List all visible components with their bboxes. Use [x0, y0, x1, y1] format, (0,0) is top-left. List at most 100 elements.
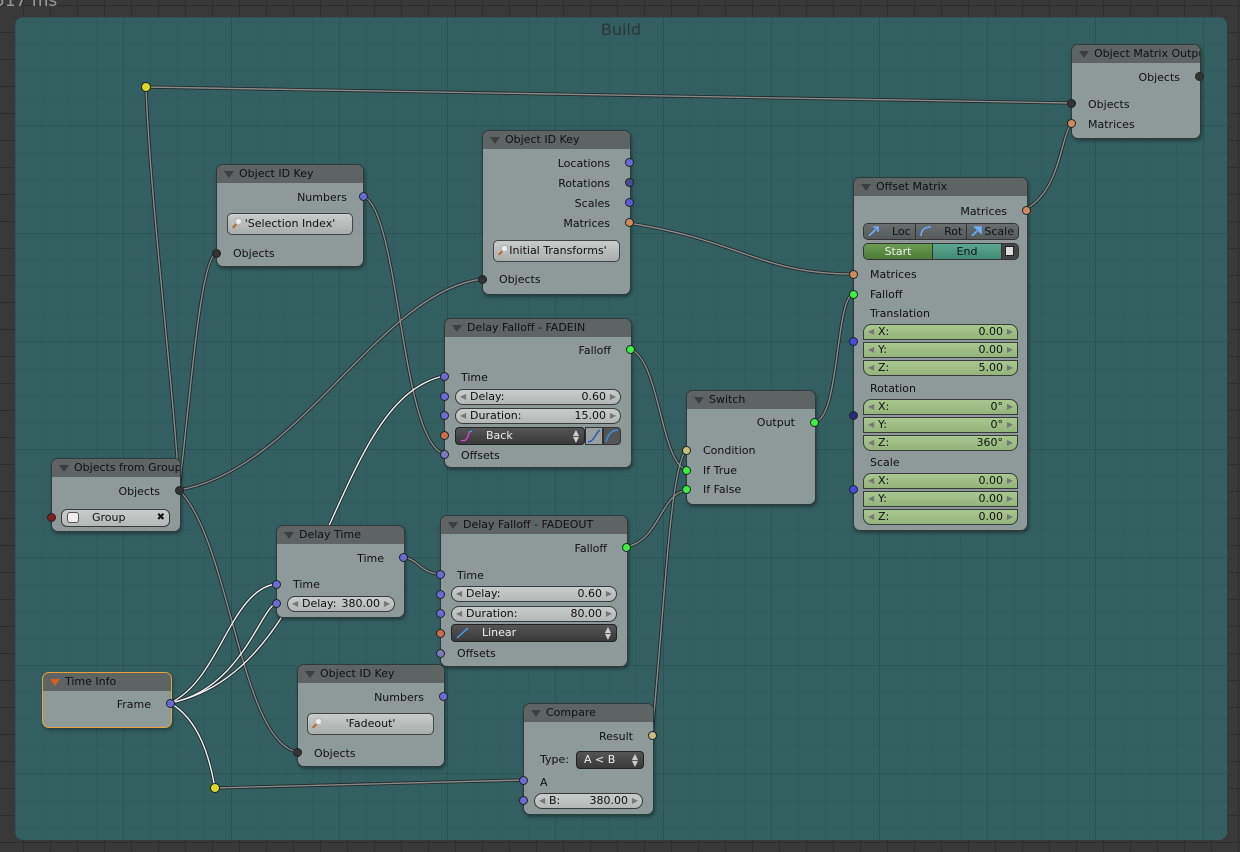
socket-input-matrices[interactable]: [1067, 119, 1076, 128]
socket-input-group[interactable]: [47, 513, 56, 522]
node-object-id-key-initial[interactable]: Object ID Key Locations Rotations Scales…: [478, 130, 634, 295]
key-search-field[interactable]: 'Fadeout': [307, 713, 434, 735]
clear-x-icon[interactable]: ✖: [157, 510, 165, 526]
decrement-arrow-icon[interactable]: ◀: [460, 390, 466, 404]
collapse-triangle-icon[interactable]: [59, 465, 69, 472]
socket-input-duration[interactable]: [440, 411, 449, 420]
collapse-triangle-icon[interactable]: [448, 522, 458, 529]
socket-input-delay[interactable]: [272, 599, 281, 608]
scale-z-field[interactable]: ◀ Z: 0.00 ▶: [863, 509, 1018, 525]
socket-input-interpolation[interactable]: [436, 629, 445, 638]
socket-input-if-false[interactable]: [682, 485, 691, 494]
duration-field[interactable]: ◀ Duration: 15.00 ▶: [455, 408, 621, 424]
node-header[interactable]: Objects from Group: [52, 459, 180, 477]
socket-input-if-true[interactable]: [682, 466, 691, 475]
list-menu-button[interactable]: [1002, 244, 1018, 259]
reroute-node-objects[interactable]: [141, 82, 151, 92]
collapse-triangle-icon[interactable]: [1079, 51, 1089, 58]
socket-input-objects[interactable]: [212, 249, 221, 258]
group-selector[interactable]: Group ✖: [61, 509, 170, 527]
interpolation-dropdown[interactable]: Back ▲ ▼: [455, 427, 585, 445]
node-header[interactable]: Time Info: [43, 673, 171, 691]
ease-in-button[interactable]: [585, 427, 603, 445]
reroute-node-frame[interactable]: [210, 783, 220, 793]
node-delay-falloff-fadeout[interactable]: Delay Falloff - FADEOUT Falloff Time ◀ De…: [436, 515, 631, 667]
socket-output-frame[interactable]: [166, 699, 175, 708]
socket-input-translation[interactable]: [849, 337, 858, 346]
socket-output-numbers[interactable]: [439, 692, 448, 701]
node-header[interactable]: Delay Time: [277, 526, 404, 544]
rotation-y-field[interactable]: ◀ Y: 0° ▶: [863, 417, 1018, 433]
compare-type-dropdown[interactable]: A < B ▲ ▼: [576, 751, 644, 769]
end-button[interactable]: End: [933, 244, 1002, 259]
translation-y-field[interactable]: ◀ Y: 0.00 ▶: [863, 342, 1018, 358]
node-object-id-key-fadeout[interactable]: Object ID Key Numbers 'Fadeout' Objects: [293, 664, 448, 767]
rotation-x-field[interactable]: ◀ X: 0° ▶: [863, 399, 1018, 415]
node-offset-matrix[interactable]: Offset Matrix Matrices Loc Rot Scale Sta…: [849, 177, 1031, 531]
delay-field[interactable]: ◀ Delay: 0.60 ▶: [455, 389, 621, 405]
decrement-arrow-icon[interactable]: ◀: [460, 409, 466, 423]
socket-input-offsets[interactable]: [436, 649, 445, 658]
socket-input-b[interactable]: [519, 796, 528, 805]
socket-input-a[interactable]: [519, 776, 528, 785]
node-objects-from-group[interactable]: Objects from Group Objects Group ✖: [47, 458, 184, 532]
collapse-triangle-icon[interactable]: [861, 184, 871, 191]
b-field[interactable]: ◀ B: 380.00 ▶: [534, 793, 643, 809]
node-header[interactable]: Switch: [687, 391, 815, 409]
socket-input-delay[interactable]: [440, 392, 449, 401]
socket-output-rotations[interactable]: [625, 178, 634, 187]
ease-out-button[interactable]: [603, 427, 621, 445]
socket-output-falloff[interactable]: [626, 345, 635, 354]
collapse-triangle-icon[interactable]: [50, 679, 60, 686]
node-header[interactable]: Delay Falloff - FADEIN: [445, 319, 631, 337]
socket-output-locations[interactable]: [625, 158, 634, 167]
collapse-triangle-icon[interactable]: [452, 325, 462, 332]
collapse-triangle-icon[interactable]: [531, 710, 541, 717]
delay-field[interactable]: ◀ Delay: 0.60 ▶: [451, 586, 617, 602]
loc-toggle[interactable]: Loc: [864, 224, 916, 239]
node-header[interactable]: Delay Falloff - FADEOUT: [441, 516, 627, 534]
key-search-field[interactable]: 'Selection Index': [227, 213, 353, 235]
socket-output-numbers[interactable]: [359, 192, 368, 201]
collapse-triangle-icon[interactable]: [284, 532, 294, 539]
node-header[interactable]: Compare: [524, 704, 653, 722]
socket-output-matrices[interactable]: [625, 218, 634, 227]
socket-output-time[interactable]: [399, 553, 408, 562]
socket-output-falloff[interactable]: [622, 543, 631, 552]
socket-input-interpolation[interactable]: [440, 431, 449, 440]
socket-input-objects[interactable]: [293, 748, 302, 757]
interpolation-dropdown[interactable]: Linear ▲ ▼: [451, 624, 617, 642]
socket-input-scale[interactable]: [849, 485, 858, 494]
node-header[interactable]: Object Matrix Outpu: [1072, 45, 1200, 63]
socket-output-objects[interactable]: [1195, 72, 1204, 81]
increment-arrow-icon[interactable]: ▶: [610, 390, 616, 404]
delay-field[interactable]: ◀ Delay: 380.00 ▶: [287, 596, 395, 612]
node-object-id-key-selection[interactable]: Object ID Key Numbers 'Selection Index' …: [212, 164, 368, 267]
socket-output[interactable]: [810, 418, 819, 427]
socket-input-matrices[interactable]: [849, 270, 858, 279]
socket-input-objects[interactable]: [1067, 99, 1076, 108]
socket-input-time[interactable]: [440, 372, 449, 381]
node-header[interactable]: Offset Matrix: [854, 178, 1027, 196]
scale-x-field[interactable]: ◀ X: 0.00 ▶: [863, 473, 1018, 489]
node-compare[interactable]: Compare Result Type: A < B ▲ ▼ A ◀ B: 380.0…: [519, 703, 657, 815]
socket-output-scales[interactable]: [625, 198, 634, 207]
node-delay-falloff-fadein[interactable]: Delay Falloff - FADEIN Falloff Time ◀ Del…: [440, 318, 635, 468]
key-search-field[interactable]: 'Initial Transforms': [493, 240, 620, 262]
socket-input-time[interactable]: [436, 570, 445, 579]
socket-input-objects[interactable]: [478, 275, 487, 284]
rot-toggle[interactable]: Rot: [915, 224, 968, 239]
duration-field[interactable]: ◀ Duration: 80.00 ▶: [451, 606, 617, 622]
socket-output-result[interactable]: [648, 731, 657, 740]
node-header[interactable]: Object ID Key: [483, 131, 630, 149]
socket-output-objects[interactable]: [175, 486, 184, 495]
increment-arrow-icon[interactable]: ▶: [610, 409, 616, 423]
scale-y-field[interactable]: ◀ Y: 0.00 ▶: [863, 491, 1018, 507]
translation-z-field[interactable]: ◀ Z: 5.00 ▶: [863, 360, 1018, 376]
node-time-info[interactable]: Time Info Frame: [42, 672, 175, 728]
node-delay-time[interactable]: Delay Time Time Time ◀ Delay: 380.00 ▶: [272, 525, 408, 618]
start-button[interactable]: Start: [864, 244, 933, 259]
translation-x-field[interactable]: ◀ X: 0.00 ▶: [863, 324, 1018, 340]
collapse-triangle-icon[interactable]: [490, 137, 500, 144]
node-header[interactable]: Object ID Key: [298, 665, 444, 683]
